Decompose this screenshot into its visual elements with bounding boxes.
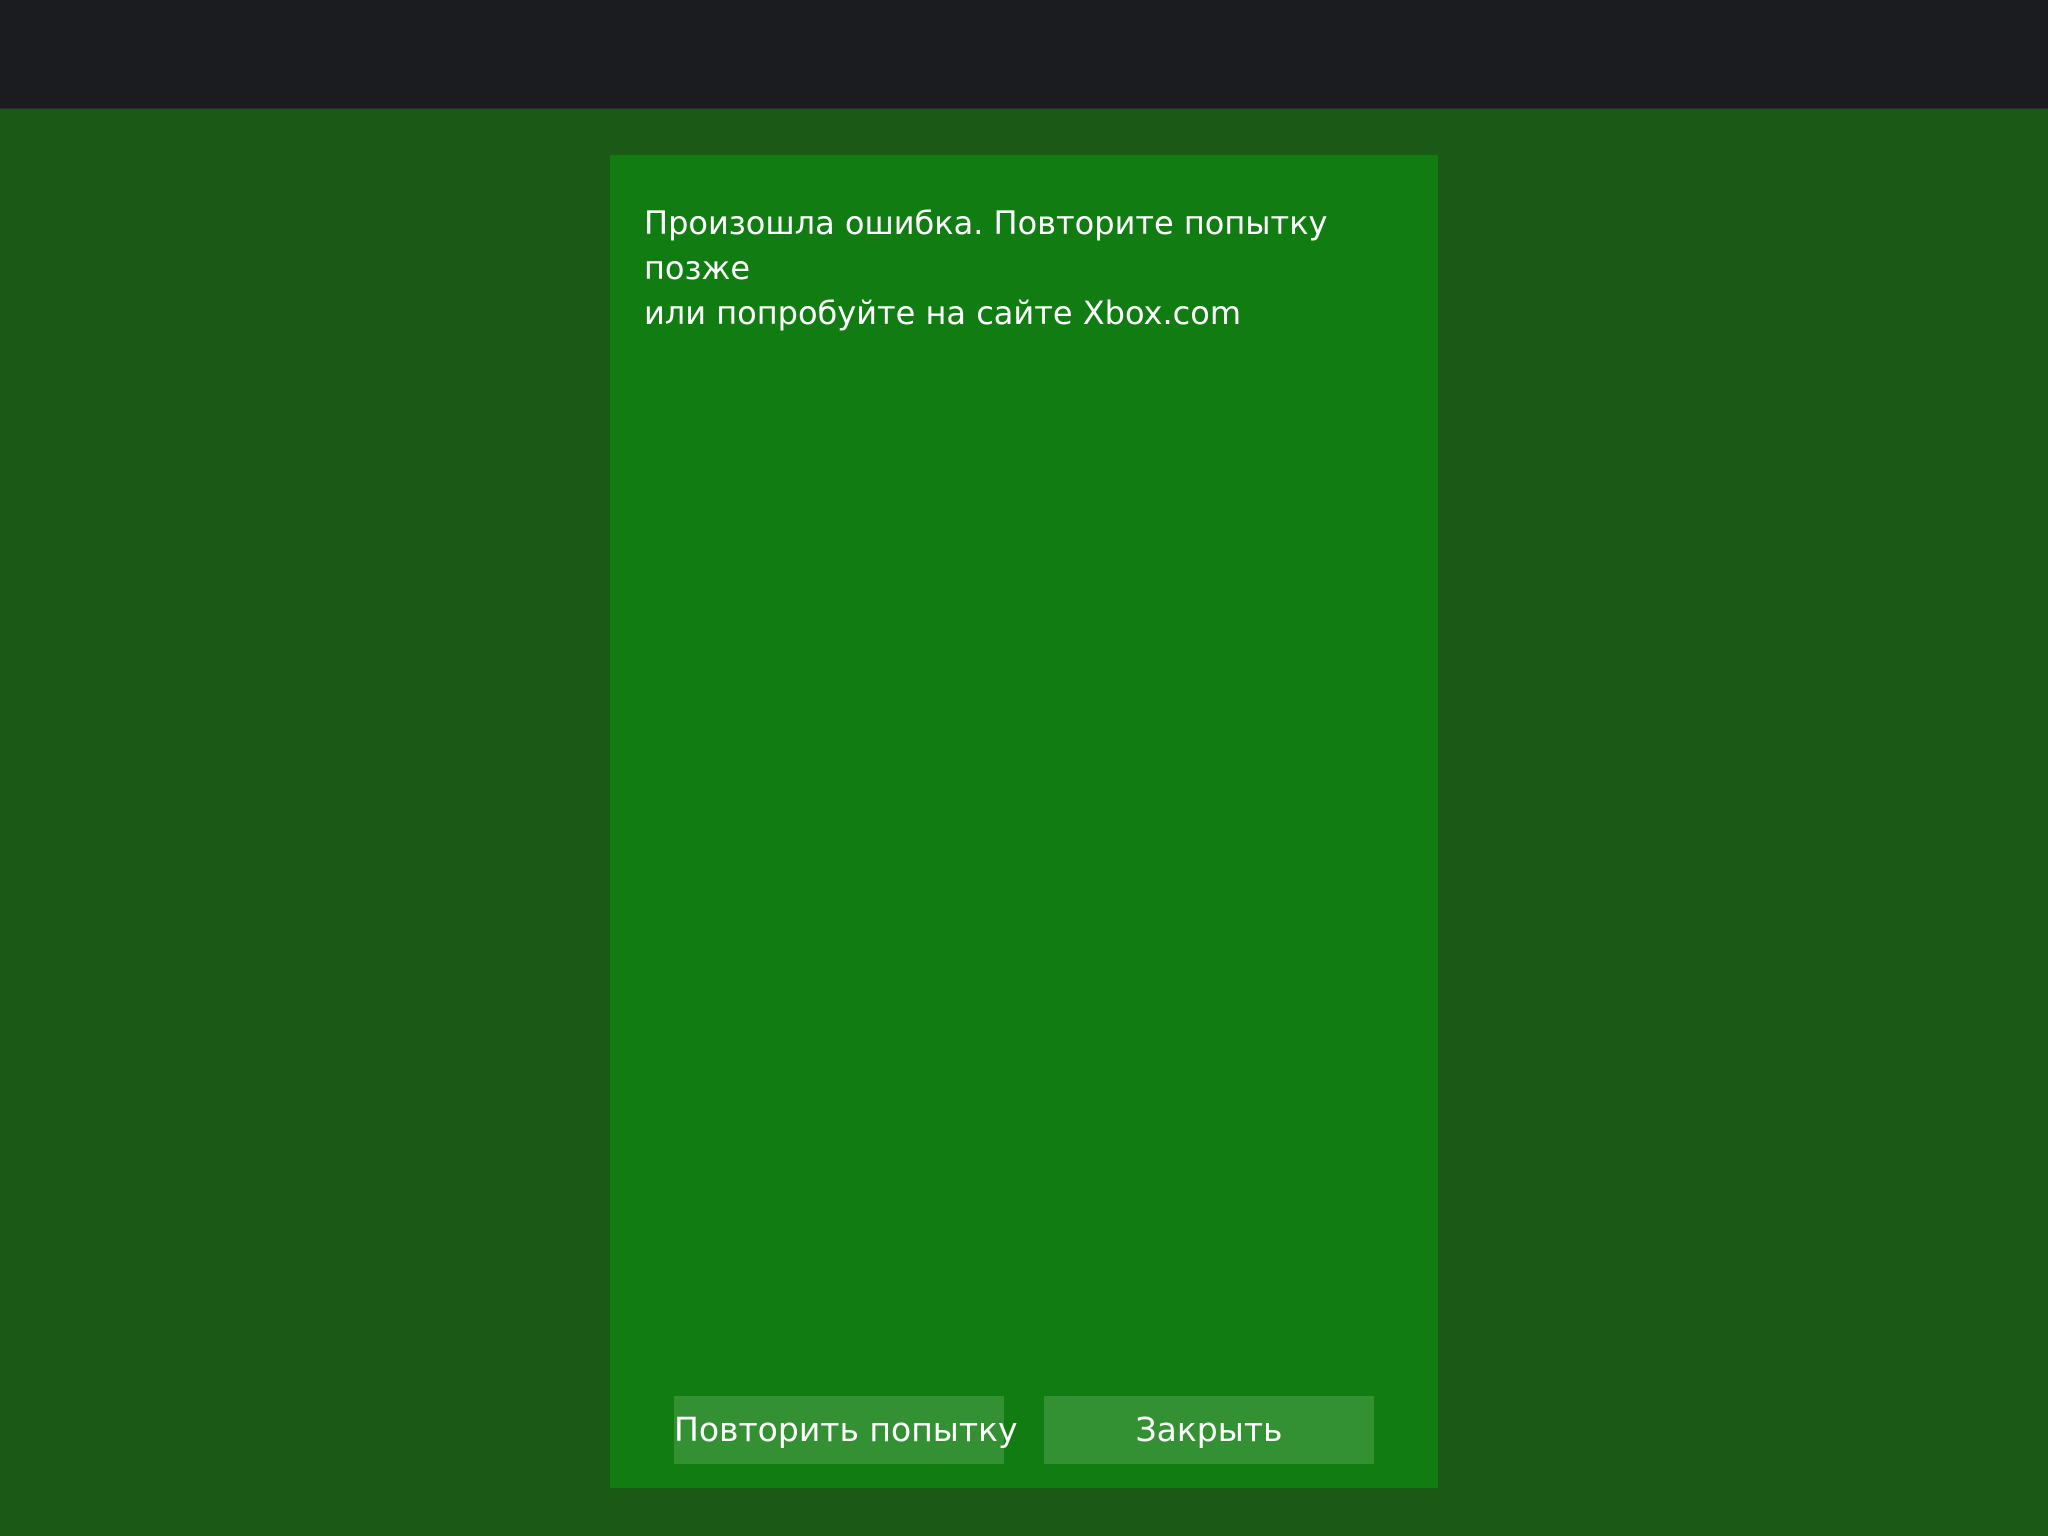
retry-button[interactable]: Повторить попытку	[674, 1396, 1018, 1464]
error-dialog: Произошла ошибка. Повторите попытку позж…	[610, 155, 1438, 1488]
error-message: Произошла ошибка. Повторите попытку позж…	[644, 201, 1414, 336]
app-screen: Произошла ошибка. Повторите попытку позж…	[0, 0, 2048, 1536]
title-bar	[0, 0, 2048, 109]
error-message-line-2: или попробуйте на сайте Xbox.com	[644, 294, 1241, 332]
error-message-line-1: Произошла ошибка. Повторите попытку позж…	[644, 204, 1328, 287]
close-button[interactable]: Закрыть	[1044, 1396, 1374, 1464]
